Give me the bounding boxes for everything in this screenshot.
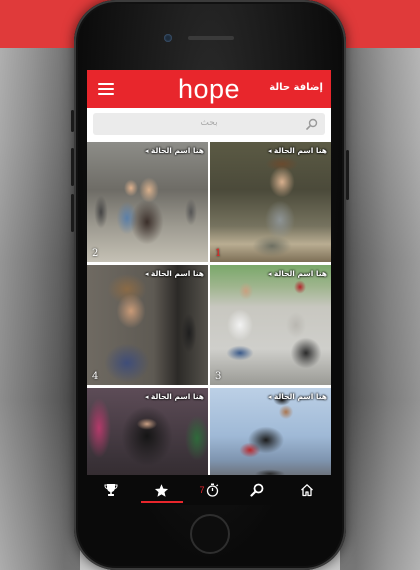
case-photo (87, 142, 208, 262)
mute-switch (71, 110, 74, 132)
case-name: هنا اسم الحالة (145, 146, 204, 155)
home-icon (301, 484, 313, 497)
case-name: هنا اسم الحالة (145, 392, 204, 401)
volume-up-button (71, 148, 74, 186)
active-tab-indicator (141, 501, 183, 503)
app-header: hope إضافة حالة (87, 70, 331, 108)
timer-badge-count: 7 (199, 485, 205, 495)
add-case-button[interactable]: إضافة حالة (269, 82, 323, 93)
bottom-navigation: 7 (87, 475, 331, 505)
search-input[interactable]: بحث (93, 113, 325, 135)
case-photo (210, 142, 331, 262)
case-name: هنا اسم الحالة (268, 146, 327, 155)
case-card[interactable]: هنا اسم الحالة 1 (210, 142, 331, 262)
volume-down-button (71, 194, 74, 232)
case-number: 2 (92, 248, 99, 259)
case-name: هنا اسم الحالة (268, 392, 327, 401)
front-camera (164, 34, 172, 42)
search-placeholder: بحث (200, 118, 218, 128)
case-card[interactable]: هنا اسم الحالة 4 (87, 265, 208, 385)
case-card[interactable]: هنا اسم الحالة (87, 388, 208, 475)
case-card[interactable]: هنا اسم الحالة 2 (87, 142, 208, 262)
home-button (190, 514, 230, 554)
search-bar: بحث (87, 108, 331, 142)
case-number: 4 (92, 371, 99, 382)
cases-grid: هنا اسم الحالة 2 هنا اسم الحالة 1 هنا اس… (87, 142, 331, 475)
case-photo (210, 265, 331, 385)
nav-home[interactable] (283, 475, 331, 505)
power-button (346, 150, 349, 200)
earpiece-speaker (188, 36, 234, 40)
case-photo (87, 388, 208, 475)
case-card[interactable]: هنا اسم الحالة 3 (210, 265, 331, 385)
case-card[interactable]: هنا اسم الحالة (210, 388, 331, 475)
background-blur-right (340, 48, 420, 570)
nav-search[interactable] (233, 475, 281, 505)
search-icon (250, 483, 264, 497)
trophy-icon (104, 484, 118, 496)
nav-trophy[interactable] (87, 475, 135, 505)
case-number: 3 (215, 371, 222, 382)
case-photo (87, 265, 208, 385)
case-number: 1 (215, 248, 222, 259)
case-name: هنا اسم الحالة (145, 269, 204, 278)
star-icon (154, 483, 168, 497)
magnifier-icon (306, 118, 318, 130)
app-screen: hope إضافة حالة بحث هنا اسم الحالة 2 هنا… (87, 70, 331, 505)
case-name: هنا اسم الحالة (268, 269, 327, 278)
nav-timer[interactable]: 7 (185, 475, 233, 505)
background-blur-left (0, 48, 80, 570)
case-photo (210, 388, 331, 475)
timer-icon (206, 483, 218, 497)
